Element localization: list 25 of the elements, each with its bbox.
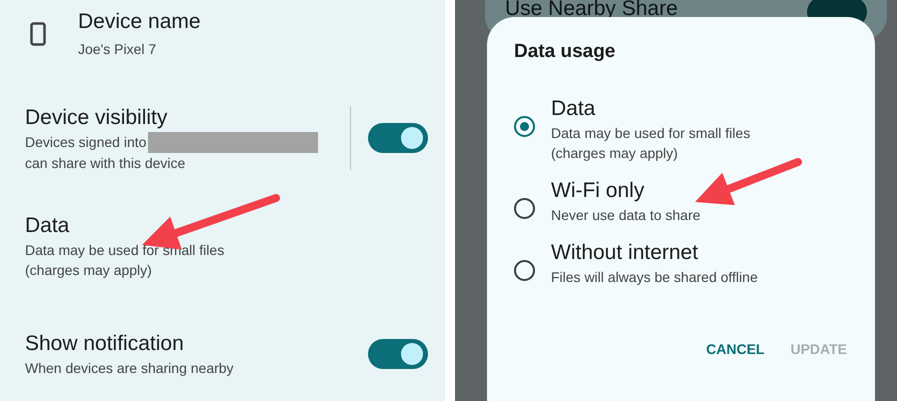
option-description: (charges may apply) [551, 144, 679, 163]
phone-icon [30, 22, 46, 46]
toggle-switch[interactable] [368, 123, 428, 153]
setting-title: Use Nearby Share [505, 0, 678, 21]
option-description: Never use data to share [551, 206, 700, 225]
option-description: Data may be used for small files [551, 124, 750, 143]
option-label: Data [551, 96, 596, 122]
setting-value: Joe's Pixel 7 [78, 40, 158, 59]
option-label: Wi-Fi only [551, 178, 646, 204]
radio-button[interactable] [514, 260, 535, 281]
setting-description: Devices signed into [25, 133, 146, 152]
setting-description: When devices are sharing nearby [25, 359, 234, 378]
radio-button[interactable] [514, 198, 535, 219]
setting-description: (charges may apply) [25, 261, 152, 280]
setting-title: Device visibility [25, 104, 168, 130]
radio-button[interactable] [514, 116, 535, 137]
setting-title: Data [25, 213, 70, 239]
setting-description: can share with this device [25, 154, 186, 172]
toggle-switch[interactable] [368, 339, 428, 369]
option-label: Without internet [551, 240, 700, 266]
setting-title: Device name [78, 9, 201, 35]
dialog-button[interactable]: CANCEL [706, 339, 764, 360]
dialog-title: Data usage [514, 40, 616, 64]
option-description: Files will always be shared offline [551, 268, 758, 287]
setting-title: Show notification [25, 331, 184, 357]
